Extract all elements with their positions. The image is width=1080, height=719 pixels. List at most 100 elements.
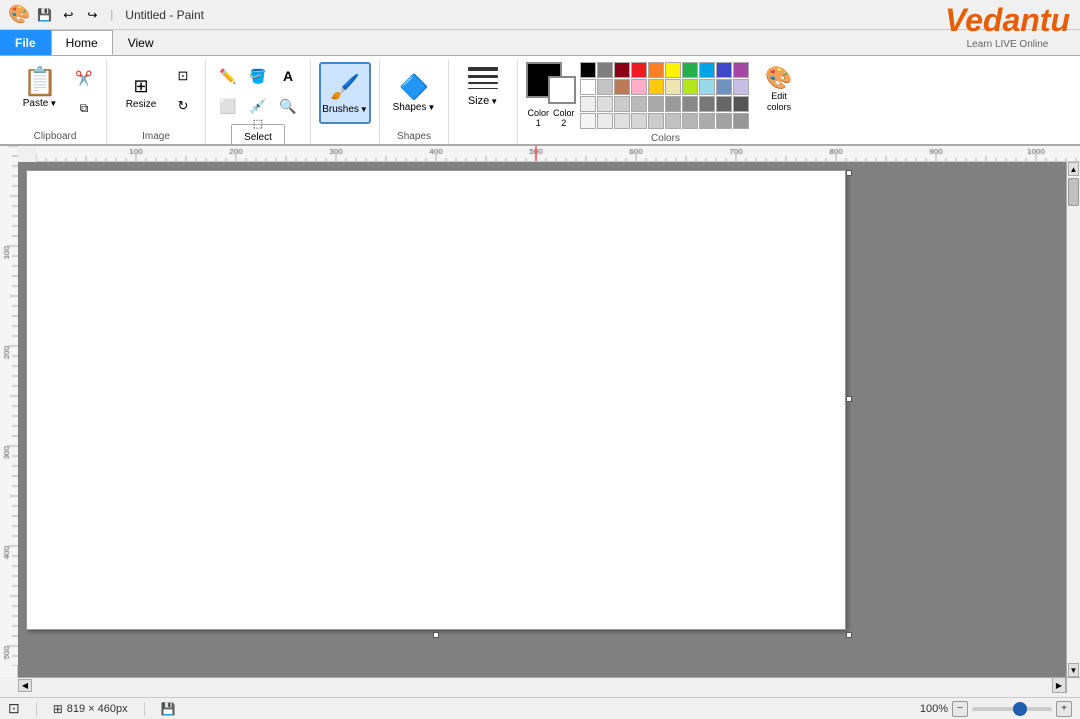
eraser-button[interactable]: ⬜ xyxy=(214,92,242,120)
vedantu-tagline: Learn LIVE Online xyxy=(967,39,1049,50)
color-cell[interactable] xyxy=(682,79,698,95)
color-cell[interactable] xyxy=(580,79,596,95)
color-cell[interactable] xyxy=(580,96,596,112)
color-cell[interactable] xyxy=(614,96,630,112)
main-area: ▲ ▼ ◀ ▶ xyxy=(0,162,1080,693)
vertical-ruler xyxy=(0,146,18,677)
color-cell[interactable] xyxy=(631,79,647,95)
color-cell[interactable] xyxy=(733,62,749,78)
color-cell[interactable] xyxy=(716,113,732,129)
shapes-button[interactable]: 🔷 Shapes ▼ xyxy=(388,62,440,124)
color-cell[interactable] xyxy=(631,62,647,78)
size-button[interactable]: Size ▼ xyxy=(457,62,509,126)
color-cell[interactable] xyxy=(699,96,715,112)
size-line-3 xyxy=(468,82,498,84)
shapes-arrow: ▼ xyxy=(428,103,436,112)
image-sub-buttons: ⊡ ↻ xyxy=(169,62,197,120)
color-cell[interactable] xyxy=(716,62,732,78)
color-cell[interactable] xyxy=(614,79,630,95)
color-cell[interactable] xyxy=(699,79,715,95)
magnifier-button[interactable]: 🔍 xyxy=(274,92,302,120)
color-cell[interactable] xyxy=(682,113,698,129)
color-cell[interactable] xyxy=(648,62,664,78)
resize-handle-right-mid[interactable] xyxy=(846,170,852,176)
resize-button[interactable]: ⊞ Resize xyxy=(115,62,167,124)
horizontal-ruler xyxy=(36,146,1080,162)
scroll-right-arrow[interactable]: ▶ xyxy=(1052,677,1066,693)
copy-button[interactable]: ⧉ xyxy=(70,94,98,122)
undo-quick-btn[interactable]: ↩ xyxy=(58,5,78,25)
zoom-thumb[interactable] xyxy=(1013,702,1027,716)
clipboard-group: 📋 Paste ▼ ✂️ ⧉ Clipboard xyxy=(4,60,107,144)
redo-quick-btn[interactable]: ↪ xyxy=(82,5,102,25)
resize-handle-bottom[interactable] xyxy=(433,632,439,638)
color2-label: Color2 xyxy=(553,108,575,128)
color-cell[interactable] xyxy=(597,113,613,129)
scrollbar-horizontal[interactable]: ◀ ▶ xyxy=(18,677,1066,693)
color-cell[interactable] xyxy=(597,96,613,112)
select-button[interactable]: ⬚ Select ▼ xyxy=(231,124,285,146)
crop-icon: ⊡ xyxy=(178,68,189,84)
resize-handle-corner[interactable] xyxy=(846,632,852,638)
color-cell[interactable] xyxy=(597,79,613,95)
fill-button[interactable]: 🪣 xyxy=(244,62,272,90)
app-icon: 🎨 xyxy=(8,4,30,25)
zoom-slider[interactable] xyxy=(972,707,1052,711)
shapes-label: Shapes xyxy=(393,102,427,113)
scroll-left-arrow[interactable]: ◀ xyxy=(18,679,32,692)
color-cell[interactable] xyxy=(665,79,681,95)
paste-button[interactable]: 📋 Paste ▼ xyxy=(12,62,68,126)
color-cell[interactable] xyxy=(580,62,596,78)
crop-button[interactable]: ⊡ xyxy=(169,62,197,90)
window-title: Untitled - Paint xyxy=(125,8,204,22)
zoom-out-button[interactable]: − xyxy=(952,701,968,717)
scroll-up-arrow[interactable]: ▲ xyxy=(1068,162,1079,176)
color-cell[interactable] xyxy=(631,113,647,129)
pencil-button[interactable]: ✏️ xyxy=(214,62,242,90)
image-items: ⊞ Resize ⊡ ↻ xyxy=(115,60,197,129)
color-cell[interactable] xyxy=(682,62,698,78)
shapes-items: 🔷 Shapes ▼ xyxy=(388,60,440,129)
save-quick-btn[interactable]: 💾 xyxy=(34,5,54,25)
status-sep-2 xyxy=(144,702,145,716)
color-cell[interactable] xyxy=(631,96,647,112)
color-cell[interactable] xyxy=(733,96,749,112)
tab-file[interactable]: File xyxy=(0,30,51,55)
text-button[interactable]: A xyxy=(274,62,302,90)
color-cell[interactable] xyxy=(733,79,749,95)
paint-canvas[interactable] xyxy=(26,170,846,630)
color-cell[interactable] xyxy=(733,113,749,129)
tools-group: ✏️ 🪣 A ⬜ 💉 xyxy=(206,60,311,144)
color-cell[interactable] xyxy=(699,113,715,129)
zoom-in-button[interactable]: + xyxy=(1056,701,1072,717)
dimension-status: ⊞ 819 × 460px xyxy=(53,702,128,716)
edit-colors-button[interactable]: 🎨 Editcolors xyxy=(753,62,805,116)
tab-home[interactable]: Home xyxy=(51,30,113,55)
color-cell[interactable] xyxy=(699,62,715,78)
cut-icon: ✂️ xyxy=(75,70,92,87)
color-cell[interactable] xyxy=(665,62,681,78)
color-cell[interactable] xyxy=(665,113,681,129)
cut-button[interactable]: ✂️ xyxy=(70,64,98,92)
color-cell[interactable] xyxy=(648,113,664,129)
color-cell[interactable] xyxy=(648,96,664,112)
color-cell[interactable] xyxy=(716,96,732,112)
tab-view[interactable]: View xyxy=(113,30,169,55)
color-cell[interactable] xyxy=(648,79,664,95)
brushes-button[interactable]: 🖌️ Brushes ▼ xyxy=(319,62,371,124)
resize-handle-right[interactable] xyxy=(846,396,852,402)
color-cell[interactable] xyxy=(614,113,630,129)
color2-box[interactable] xyxy=(548,76,576,104)
scrollbar-vertical[interactable]: ▲ ▼ xyxy=(1066,162,1080,677)
scroll-thumb-v[interactable] xyxy=(1068,178,1079,206)
color-cell[interactable] xyxy=(580,113,596,129)
color-cell[interactable] xyxy=(614,62,630,78)
rotate-button[interactable]: ↻ xyxy=(169,92,197,120)
canvas-dimensions: 819 × 460px xyxy=(67,703,128,715)
color-cell[interactable] xyxy=(716,79,732,95)
color-cell[interactable] xyxy=(665,96,681,112)
scroll-down-arrow[interactable]: ▼ xyxy=(1068,663,1079,677)
color-preview xyxy=(526,62,576,104)
color-cell[interactable] xyxy=(682,96,698,112)
color-cell[interactable] xyxy=(597,62,613,78)
